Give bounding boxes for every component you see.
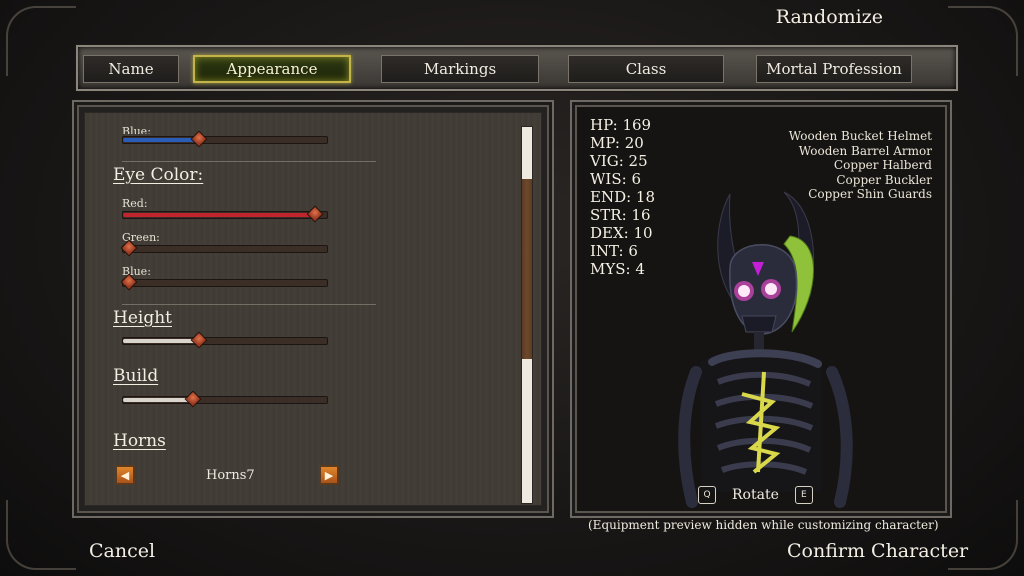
slider-fill [123,213,315,217]
tab-class[interactable]: Class [568,55,724,83]
slider-eye-blue[interactable] [120,273,328,291]
tab-appearance[interactable]: Appearance [193,55,351,83]
slider-eye-red[interactable] [122,205,328,223]
horns-prev-button[interactable]: ◀ [115,465,135,485]
customization-scroll-area[interactable]: Blue: Eye Color: Red: Green: Blue: Heigh… [84,112,542,506]
customization-panel: Blue: Eye Color: Red: Green: Blue: Heigh… [72,100,554,518]
character-model[interactable] [672,182,882,512]
slider-fill [123,138,199,142]
divider [122,161,376,162]
slider-height[interactable] [122,331,328,349]
section-title-horns: Horns [113,431,166,451]
frame-corner-top-right [948,6,1018,76]
equipment-item: Wooden Barrel Armor [798,143,932,158]
stat-mp: MP: 20 [590,134,644,152]
neck [754,332,764,352]
divider [122,304,376,305]
chevron-left-icon: ◀ [120,468,130,482]
slider-knob[interactable] [184,390,202,408]
stat-vig: VIG: 25 [590,152,648,170]
chevron-right-icon: ▶ [324,468,334,482]
slider-fill [123,339,199,343]
section-title-build: Build [113,366,159,386]
frame-corner-top-left [6,6,76,76]
scrollbar-thumb[interactable] [522,179,532,359]
tab-markings[interactable]: Markings [381,55,539,83]
frame-corner-bottom-left [6,500,76,570]
stat-hp: HP: 169 [590,116,652,134]
confirm-character-button[interactable]: Confirm Character [787,540,968,562]
slider-fill [123,398,193,402]
section-title-eye-color: Eye Color: [113,165,204,185]
rotate-label: Rotate [732,487,779,503]
arm-left [678,366,702,508]
stat-mys: MYS: 4 [590,260,645,278]
stat-str: STR: 16 [590,206,651,224]
horns-next-button[interactable]: ▶ [319,465,339,485]
slider-eye-green[interactable] [120,239,328,257]
rotate-controls: Q Rotate E [698,486,813,504]
tab-mortal-profession[interactable]: Mortal Profession [756,55,912,83]
stat-dex: DEX: 10 [590,224,653,242]
eye-left [738,285,750,297]
tab-bar: Name Appearance Markings Class Mortal Pr… [76,45,958,91]
section-title-height: Height [113,308,172,328]
equipment-item: Copper Halberd [833,158,932,172]
character-preview-panel: HP: 169 MP: 20 VIG: 25 WIS: 6 END: 18 ST… [570,100,952,518]
horns-value: Horns7 [206,468,255,483]
slider-label-red: Red: [122,197,148,210]
slider-knob[interactable] [190,130,208,148]
slider-top-blue[interactable] [122,130,328,148]
stats-list: HP: 169 MP: 20 VIG: 25 WIS: 6 END: 18 ST… [590,116,655,278]
rotate-right-key[interactable]: E [794,486,813,504]
randomize-button[interactable]: Randomize [776,6,883,28]
cancel-button[interactable]: Cancel [89,540,155,562]
arm-right [826,366,853,508]
eye-right [765,283,777,295]
jaw [741,315,777,333]
equipment-item: Wooden Bucket Helmet [788,129,932,143]
slider-build[interactable] [122,390,328,408]
scrollbar[interactable] [521,126,533,504]
rotate-left-key[interactable]: Q [698,486,716,504]
slider-label-blue-partial: Blue: [122,125,151,134]
slider-knob[interactable] [306,205,324,223]
slider-knob[interactable] [190,331,208,349]
stat-end: END: 18 [590,188,656,206]
stat-wis: WIS: 6 [590,170,641,188]
tab-name[interactable]: Name [83,55,179,83]
stat-int: INT: 6 [590,242,638,260]
equipment-preview-note: (Equipment preview hidden while customiz… [588,518,939,532]
